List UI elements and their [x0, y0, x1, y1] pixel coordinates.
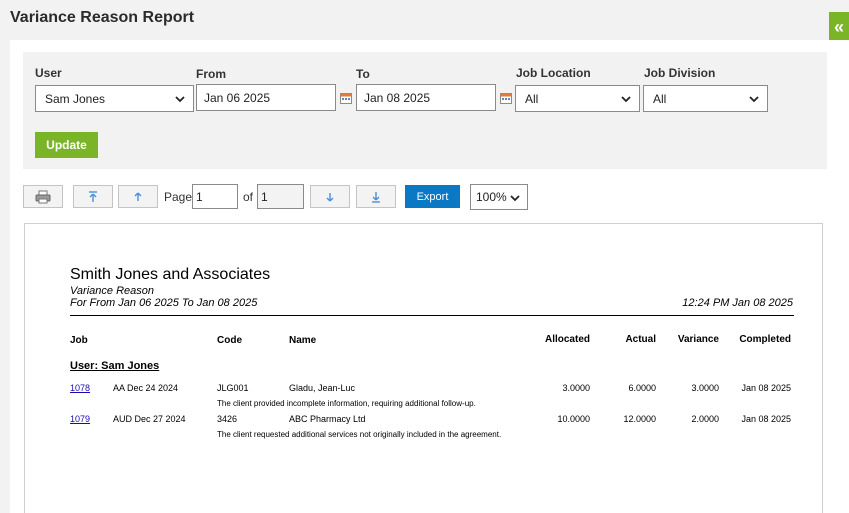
collapse-panel-button[interactable]: «: [829, 12, 849, 42]
page-number-input[interactable]: 1: [192, 184, 238, 209]
page-title: Variance Reason Report: [10, 9, 195, 26]
next-page-button[interactable]: [310, 185, 350, 208]
next-page-icon: [326, 192, 334, 201]
previous-page-button[interactable]: [118, 185, 158, 208]
job-location-label: Job Location: [516, 66, 591, 80]
variance-value: 3.0000: [691, 383, 719, 393]
job-code: JLG001: [217, 383, 249, 393]
job-division-value: All: [653, 91, 667, 106]
col-header-allocated: Allocated: [544, 334, 590, 345]
total-pages-field: 1: [257, 184, 304, 209]
of-label: of: [243, 190, 254, 204]
report-viewer: Smith Jones and Associates Variance Reas…: [24, 223, 823, 513]
print-button[interactable]: [23, 185, 63, 208]
col-header-job: Job: [70, 335, 88, 346]
first-page-button[interactable]: [73, 185, 113, 208]
col-header-completed: Completed: [739, 334, 791, 345]
last-page-button[interactable]: [356, 185, 396, 208]
allocated-value: 10.0000: [557, 414, 590, 424]
completed-value: Jan 08 2025: [741, 414, 791, 424]
company-name: Smith Jones and Associates: [70, 266, 271, 283]
user-label: User: [35, 66, 62, 80]
job-location-value: All: [525, 91, 539, 106]
chevron-down-icon: [175, 96, 185, 103]
from-date-input[interactable]: Jan 06 2025: [196, 84, 336, 111]
job-link[interactable]: 1079: [70, 414, 90, 424]
variance-reason: The client provided incomplete informati…: [217, 399, 476, 408]
col-header-actual: Actual: [625, 334, 656, 345]
col-header-code: Code: [217, 335, 242, 346]
calendar-icon[interactable]: [340, 92, 352, 104]
col-header-name: Name: [289, 335, 317, 346]
chevron-down-icon: [510, 195, 520, 202]
user-select[interactable]: Sam Jones: [35, 85, 194, 112]
variance-reason: The client requested additional services…: [217, 430, 502, 439]
variance-value: 2.0000: [691, 414, 719, 424]
report-subtitle: Variance Reason: [70, 285, 154, 297]
chevron-down-icon: [749, 96, 759, 103]
job-code: 3426: [217, 414, 238, 424]
client-name: ABC Pharmacy Ltd: [289, 414, 366, 424]
calendar-icon[interactable]: [500, 92, 512, 104]
col-header-variance: Variance: [677, 334, 719, 345]
allocated-value: 3.0000: [562, 383, 590, 393]
chevron-down-icon: [621, 96, 631, 103]
previous-page-icon: [134, 192, 142, 201]
page-label: Page: [164, 190, 193, 204]
user-select-value: Sam Jones: [45, 91, 106, 106]
report-printed-time: 12:24 PM Jan 08 2025: [682, 297, 793, 309]
job-date: AA Dec 24 2024: [113, 383, 179, 393]
first-page-icon: [89, 190, 97, 202]
job-location-select[interactable]: All: [515, 85, 640, 112]
zoom-select[interactable]: 100%: [470, 184, 528, 210]
job-link[interactable]: 1078: [70, 383, 90, 393]
printer-icon: [35, 190, 51, 203]
actual-value: 6.0000: [628, 383, 656, 393]
from-label: From: [196, 67, 226, 81]
zoom-value: 100%: [476, 190, 507, 204]
group-header-user: User: Sam Jones: [70, 360, 160, 372]
job-date: AUD Dec 27 2024: [113, 414, 186, 424]
header-divider: [70, 315, 794, 316]
last-page-icon: [372, 191, 380, 203]
client-name: Gladu, Jean-Luc: [289, 383, 356, 393]
job-division-select[interactable]: All: [643, 85, 768, 112]
report-date-range: For From Jan 06 2025 To Jan 08 2025: [70, 297, 258, 309]
to-date-input[interactable]: Jan 08 2025: [356, 84, 496, 111]
job-division-label: Job Division: [644, 66, 716, 80]
collapse-panel-icon: «: [833, 16, 844, 37]
to-label: To: [356, 67, 370, 81]
update-button[interactable]: Update: [35, 132, 98, 158]
completed-value: Jan 08 2025: [741, 383, 791, 393]
actual-value: 12.0000: [623, 414, 656, 424]
export-button[interactable]: Export: [405, 185, 460, 208]
